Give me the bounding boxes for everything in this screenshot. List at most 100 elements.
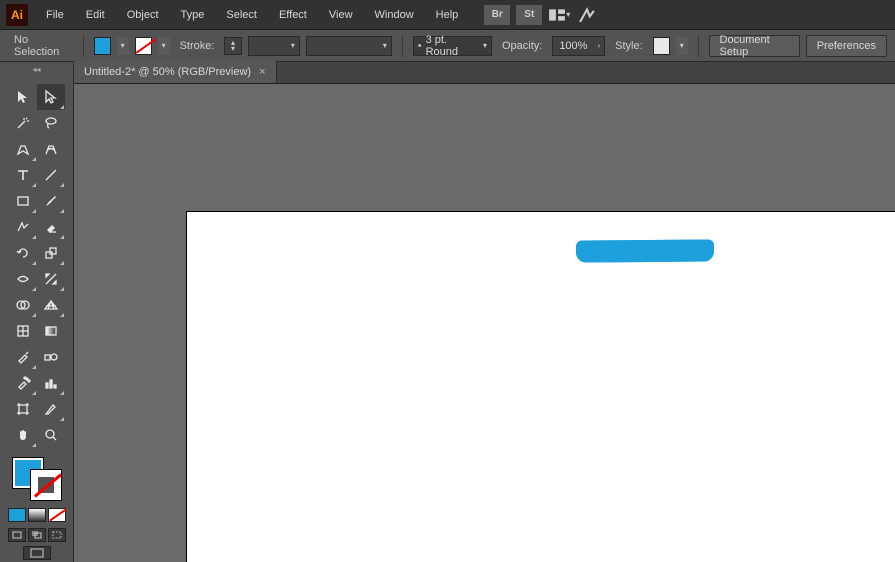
menu-bar: Ai File Edit Object Type Select Effect V… [0, 0, 895, 30]
opacity-input[interactable]: 100% › [552, 36, 605, 56]
document-tab[interactable]: Untitled-2* @ 50% (RGB/Preview) × [74, 61, 277, 83]
variable-width-profile-dropdown[interactable]: ▾ [306, 36, 392, 56]
divider [402, 35, 403, 57]
flyout-indicator-icon [32, 235, 36, 239]
menu-view[interactable]: View [319, 0, 363, 30]
stock-button[interactable]: St [516, 5, 542, 25]
style-swatch[interactable] [653, 37, 670, 55]
menu-help[interactable]: Help [426, 0, 469, 30]
flyout-indicator-icon [60, 313, 64, 317]
flyout-indicator-icon [32, 365, 36, 369]
scale-tool[interactable] [37, 240, 65, 266]
flyout-indicator-icon [32, 261, 36, 265]
opacity-value: 100% [553, 40, 593, 52]
rectangle-tool[interactable] [9, 188, 37, 214]
blend-tool[interactable] [37, 344, 65, 370]
symbol-sprayer-tool[interactable] [9, 370, 37, 396]
menu-type[interactable]: Type [171, 0, 215, 30]
canvas[interactable] [74, 84, 895, 562]
artboard-tool[interactable] [9, 396, 37, 422]
gradient-tool[interactable] [37, 318, 65, 344]
flyout-indicator-icon [32, 157, 36, 161]
flyout-indicator-icon [60, 417, 64, 421]
shaper-tool[interactable] [9, 214, 37, 240]
panel-grip[interactable]: :::::: [0, 74, 74, 82]
color-mode-row [8, 508, 66, 522]
tool-grid [9, 84, 65, 448]
opacity-label: Opacity: [498, 40, 546, 52]
menu-select[interactable]: Select [216, 0, 267, 30]
rotate-tool[interactable] [9, 240, 37, 266]
menu-file[interactable]: File [36, 0, 74, 30]
fill-stroke-color-well[interactable] [9, 454, 65, 504]
type-tool[interactable] [9, 162, 37, 188]
shape-builder-tool[interactable] [9, 292, 37, 318]
bridge-button[interactable]: Br [484, 5, 510, 25]
stroke-dropdown[interactable]: ▾ [158, 37, 170, 55]
flyout-indicator-icon [32, 183, 36, 187]
color-mode-solid[interactable] [8, 508, 26, 522]
slice-tool[interactable] [37, 396, 65, 422]
menu-object[interactable]: Object [117, 0, 169, 30]
divider [83, 35, 84, 57]
perspective-grid-tool[interactable] [37, 292, 65, 318]
free-transform-tool[interactable] [37, 266, 65, 292]
draw-inside-icon[interactable] [48, 528, 66, 542]
selection-status: No Selection [8, 34, 73, 58]
flyout-indicator-icon [32, 287, 36, 291]
flyout-indicator-icon [32, 391, 36, 395]
flyout-indicator-icon [60, 287, 64, 291]
eyedropper-tool[interactable] [9, 344, 37, 370]
stroke-swatch[interactable] [135, 37, 152, 55]
document-tab-title: Untitled-2* @ 50% (RGB/Preview) [84, 66, 251, 78]
line-segment-tool[interactable] [37, 162, 65, 188]
fill-swatch[interactable] [94, 37, 111, 55]
close-tab-icon[interactable]: × [259, 66, 265, 78]
preferences-button[interactable]: Preferences [806, 35, 887, 57]
selection-tool[interactable] [9, 84, 37, 110]
brush-definition-dropdown[interactable]: • 3 pt. Round ▾ [413, 36, 492, 56]
stroke-color[interactable] [31, 470, 61, 500]
paintbrush-tool[interactable] [37, 188, 65, 214]
flyout-indicator-icon [60, 235, 64, 239]
draw-normal-icon[interactable] [8, 528, 26, 542]
color-mode-none[interactable] [48, 508, 66, 522]
menu-edit[interactable]: Edit [76, 0, 115, 30]
menu-effect[interactable]: Effect [269, 0, 317, 30]
curvature-tool[interactable] [37, 136, 65, 162]
eraser-tool[interactable] [37, 214, 65, 240]
artboard[interactable] [187, 212, 895, 562]
flyout-indicator-icon [60, 391, 64, 395]
flyout-indicator-icon [60, 209, 64, 213]
panel-collapse-button[interactable]: ◂◂ [0, 64, 74, 74]
change-screen-mode-icon[interactable] [23, 546, 51, 560]
hand-tool[interactable] [9, 422, 37, 448]
zoom-tool[interactable] [37, 422, 65, 448]
workspace-body: ◂◂ :::::: [0, 62, 895, 562]
brush-value: 3 pt. Round [426, 34, 475, 58]
lasso-tool[interactable] [37, 110, 65, 136]
fill-dropdown[interactable]: ▾ [117, 37, 129, 55]
flyout-indicator-icon [60, 183, 64, 187]
stroke-weight-dropdown[interactable]: ▾ [248, 36, 300, 56]
flyout-indicator-icon [32, 443, 36, 447]
column-graph-tool[interactable] [37, 370, 65, 396]
arrange-documents-icon[interactable]: ▾ [548, 5, 570, 25]
width-tool[interactable] [9, 266, 37, 292]
mesh-tool[interactable] [9, 318, 37, 344]
menu-window[interactable]: Window [365, 0, 424, 30]
drawn-shape[interactable] [576, 239, 714, 262]
document-tab-bar: Untitled-2* @ 50% (RGB/Preview) × [74, 62, 895, 84]
screen-mode-selector[interactable] [23, 546, 51, 560]
magic-wand-tool[interactable] [9, 110, 37, 136]
style-dropdown[interactable]: ▾ [676, 37, 688, 55]
stroke-weight-stepper[interactable]: ▴▾ [224, 37, 241, 55]
color-mode-gradient[interactable] [28, 508, 46, 522]
gpu-preview-icon[interactable] [576, 5, 598, 25]
flyout-indicator-icon [60, 261, 64, 265]
pen-tool[interactable] [9, 136, 37, 162]
draw-behind-icon[interactable] [28, 528, 46, 542]
document-setup-button[interactable]: Document Setup [709, 35, 800, 57]
stroke-label: Stroke: [176, 40, 219, 52]
direct-selection-tool[interactable] [37, 84, 65, 110]
